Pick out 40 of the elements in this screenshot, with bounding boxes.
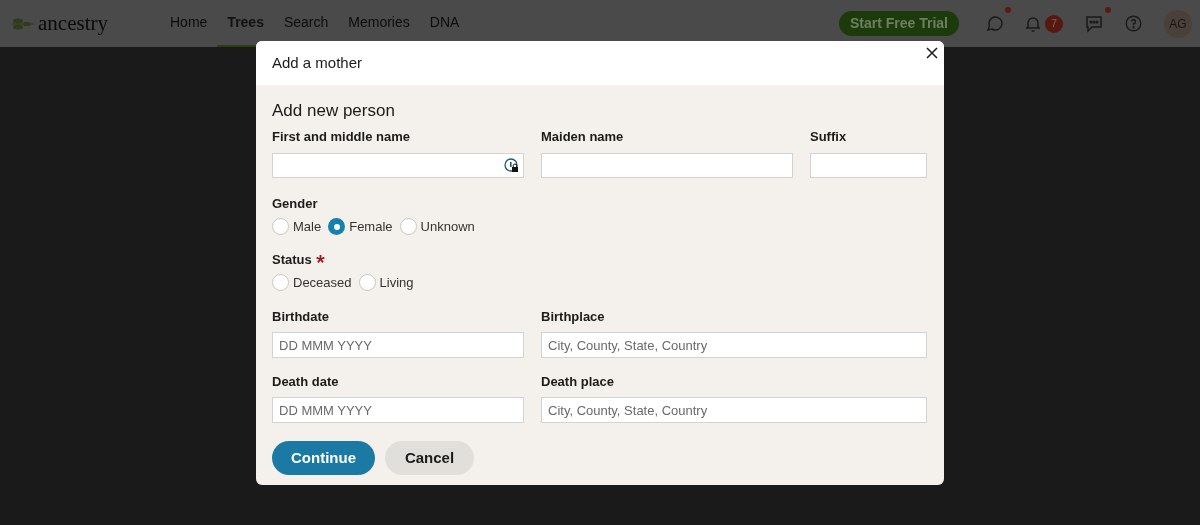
field-label: Death place — [541, 374, 615, 390]
message-icon[interactable] — [1085, 14, 1103, 33]
radio-button[interactable] — [272, 218, 289, 236]
date-input[interactable]: DD MMM YYYY — [272, 397, 524, 423]
place-input[interactable]: City, County, State, Country — [541, 397, 927, 423]
radio-button[interactable] — [272, 273, 289, 291]
field-label: First and middle name — [272, 129, 411, 145]
radio-option[interactable]: Unknown — [399, 217, 475, 237]
text-input[interactable] — [272, 153, 524, 178]
radio-option[interactable]: Male — [272, 217, 322, 237]
notification-badge: 7 — [1045, 14, 1063, 33]
radio-option[interactable]: Deceased — [272, 272, 352, 292]
chat-bubble-icon[interactable] — [985, 14, 1003, 33]
logo-text: ancestry — [38, 9, 108, 37]
field-label: Suffix — [810, 129, 848, 145]
place-input[interactable]: City, County, State, Country — [541, 332, 927, 358]
radio-option[interactable]: Living — [358, 272, 414, 292]
radio-option[interactable]: Female — [328, 217, 393, 237]
start-free-trial-button[interactable]: Start Free Trial — [838, 11, 959, 36]
field-label: Maiden name — [541, 129, 625, 145]
field-label: Status — [272, 251, 312, 268]
dialog-title: Add a mother — [272, 52, 363, 73]
close-icon[interactable] — [925, 46, 939, 60]
radio-button[interactable] — [328, 218, 346, 236]
radio-button[interactable] — [358, 273, 376, 291]
radio-button[interactable] — [399, 218, 417, 236]
bell-icon[interactable] — [1025, 14, 1041, 33]
field-label: Birthplace — [541, 309, 606, 325]
help-icon[interactable] — [1125, 15, 1142, 32]
cancel-button[interactable]: Cancel — [385, 441, 474, 475]
required-asterisk-icon — [315, 255, 325, 264]
lock-badge-icon[interactable] — [504, 158, 519, 173]
text-input[interactable] — [810, 153, 927, 178]
date-input[interactable]: DD MMM YYYY — [272, 332, 524, 358]
section-title: Add new person — [272, 101, 396, 121]
continue-button[interactable]: Continue — [272, 441, 375, 475]
text-input[interactable] — [541, 153, 793, 178]
field-label: Birthdate — [272, 309, 331, 325]
field-label: Death date — [272, 374, 340, 390]
field-label: Gender — [272, 196, 318, 212]
